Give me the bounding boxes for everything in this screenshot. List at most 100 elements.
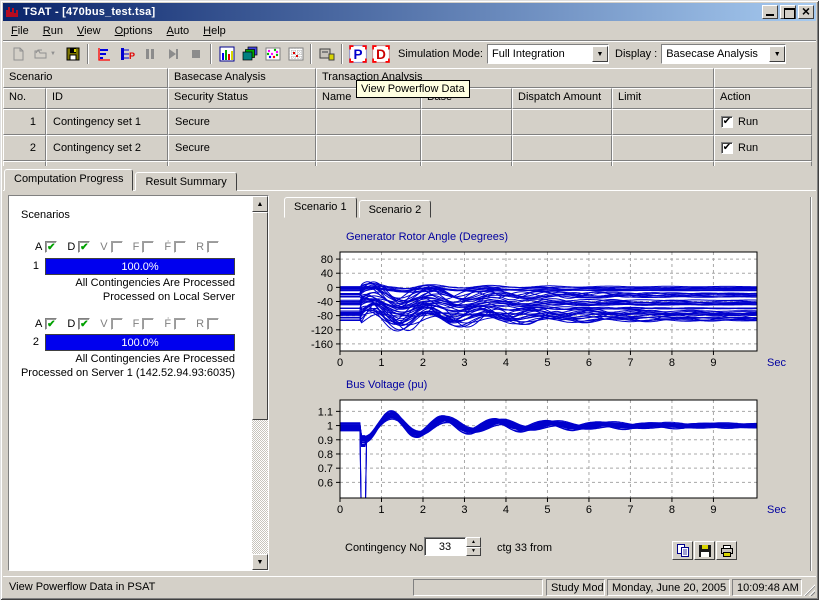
chevron-down-icon[interactable]: [592, 46, 608, 62]
tab-scenario-1[interactable]: Scenario 1: [284, 197, 357, 218]
print-chart-button[interactable]: [716, 541, 737, 560]
scrollbar-thumb[interactable]: [252, 212, 268, 420]
toolbar-separator: [210, 44, 212, 64]
new-file-button[interactable]: [6, 43, 29, 66]
multi-plot-button[interactable]: [238, 43, 261, 66]
display-select[interactable]: Basecase Analysis: [661, 44, 787, 64]
svg-text:6: 6: [586, 357, 592, 369]
row-no: 2: [3, 135, 46, 161]
flag-checkbox[interactable]: [78, 241, 91, 253]
flag-checkbox[interactable]: [110, 318, 123, 330]
menu-run[interactable]: Run: [36, 23, 70, 39]
save-button[interactable]: [61, 43, 84, 66]
table-grid-button[interactable]: [284, 43, 307, 66]
spin-down-button[interactable]: [466, 546, 481, 556]
run-checkbox[interactable]: [721, 116, 733, 128]
svg-text:3: 3: [461, 357, 467, 369]
flag-checkbox[interactable]: [207, 318, 220, 330]
flag-r: R: [196, 241, 220, 253]
dsat-button[interactable]: D: [369, 43, 392, 66]
svg-text:1.1: 1.1: [318, 406, 333, 418]
maximize-button[interactable]: [780, 5, 796, 19]
flag-a: A: [35, 318, 58, 330]
row-dispatch-amount: [512, 135, 612, 161]
tab-computation-progress[interactable]: Computation Progress: [4, 169, 134, 191]
flag-checkbox[interactable]: [45, 241, 58, 253]
contingency-number-input[interactable]: 33: [424, 537, 466, 556]
tooltip: View Powerflow Data: [356, 80, 470, 98]
scenario2-status-flags: A D V F Ḟ R: [35, 318, 220, 330]
svg-text:Sec: Sec: [767, 357, 786, 369]
compute-server-button[interactable]: [315, 43, 338, 66]
flag-f: F: [133, 241, 155, 253]
status-time: 10:09:48 AM: [732, 579, 802, 596]
col-header-limit[interactable]: Limit: [612, 88, 714, 109]
flag-d: D: [67, 241, 91, 253]
bar-chart-button[interactable]: [215, 43, 238, 66]
contingency-description: ctg 33 from: [497, 542, 553, 554]
title-bar[interactable]: TSAT - [470bus_test.tsa]: [3, 3, 816, 21]
minimize-button[interactable]: [762, 5, 778, 19]
run-checkbox[interactable]: [721, 142, 733, 154]
psat-button[interactable]: P: [346, 43, 369, 66]
row-no: 1: [3, 109, 46, 135]
status-panel-empty: [413, 579, 543, 596]
svg-text:8: 8: [669, 357, 675, 369]
menu-options[interactable]: Options: [108, 23, 160, 39]
scroll-down-button[interactable]: [252, 554, 268, 570]
svg-text:-40: -40: [317, 297, 333, 309]
pause-button[interactable]: [138, 43, 161, 66]
col-header-security-status[interactable]: Security Status: [168, 88, 316, 109]
spin-up-button[interactable]: [466, 537, 481, 547]
run-transfer-button[interactable]: P: [115, 43, 138, 66]
run-plot-button[interactable]: [92, 43, 115, 66]
flag-checkbox[interactable]: [142, 318, 155, 330]
svg-text:0: 0: [337, 357, 343, 369]
flag-checkbox[interactable]: [45, 318, 58, 330]
copy-chart-button[interactable]: [672, 541, 693, 560]
scroll-up-button[interactable]: [252, 196, 268, 212]
print-icon: [720, 544, 733, 557]
flag-a: A: [35, 241, 58, 253]
menu-bar: File Run View Options Auto Help: [3, 21, 816, 40]
svg-text:P: P: [129, 51, 135, 61]
scrollbar[interactable]: [252, 196, 268, 570]
display-label: Display :: [615, 48, 658, 60]
menu-file[interactable]: File: [4, 23, 36, 39]
open-file-button[interactable]: [29, 43, 61, 66]
step-button[interactable]: [161, 43, 184, 66]
close-button[interactable]: [798, 5, 814, 19]
col-header-no[interactable]: No.: [3, 88, 46, 109]
resize-grip[interactable]: [802, 583, 815, 596]
scatter-plot-button[interactable]: [261, 43, 284, 66]
main-tab-bar: Computation Progress Result Summary: [4, 169, 237, 191]
status-bar: View Powerflow Data in PSAT Study Mode M…: [3, 576, 816, 597]
menu-help[interactable]: Help: [196, 23, 233, 39]
col-header-dispatch-amount[interactable]: Dispatch Amount: [512, 88, 612, 109]
col-header-id[interactable]: ID: [46, 88, 168, 109]
menu-auto[interactable]: Auto: [160, 23, 197, 39]
svg-text:0.9: 0.9: [318, 435, 333, 447]
row-id[interactable]: Contingency set 1: [46, 109, 168, 135]
flag-checkbox[interactable]: [142, 241, 155, 253]
flag-checkbox[interactable]: [110, 241, 123, 253]
col-header-action[interactable]: Action: [714, 88, 812, 109]
flag-checkbox[interactable]: [78, 318, 91, 330]
simulation-mode-select[interactable]: Full Integration: [487, 44, 609, 64]
row-action: Run: [714, 135, 812, 161]
chevron-down-icon[interactable]: [769, 46, 786, 62]
row-security-status: Secure: [168, 135, 316, 161]
row-id[interactable]: Contingency set 2: [46, 135, 168, 161]
svg-text:P: P: [353, 47, 362, 62]
flag-checkbox[interactable]: [207, 241, 220, 253]
menu-view[interactable]: View: [70, 23, 108, 39]
svg-text:2: 2: [420, 357, 426, 369]
tab-result-summary[interactable]: Result Summary: [135, 172, 237, 191]
tab-scenario-2[interactable]: Scenario 2: [358, 200, 432, 218]
save-chart-button[interactable]: [694, 541, 715, 560]
flag-checkbox[interactable]: [174, 318, 187, 330]
flag-fdot: Ḟ: [164, 318, 187, 330]
open-file-dropdown-arrow[interactable]: [49, 43, 58, 65]
stop-button[interactable]: [184, 43, 207, 66]
flag-checkbox[interactable]: [174, 241, 187, 253]
